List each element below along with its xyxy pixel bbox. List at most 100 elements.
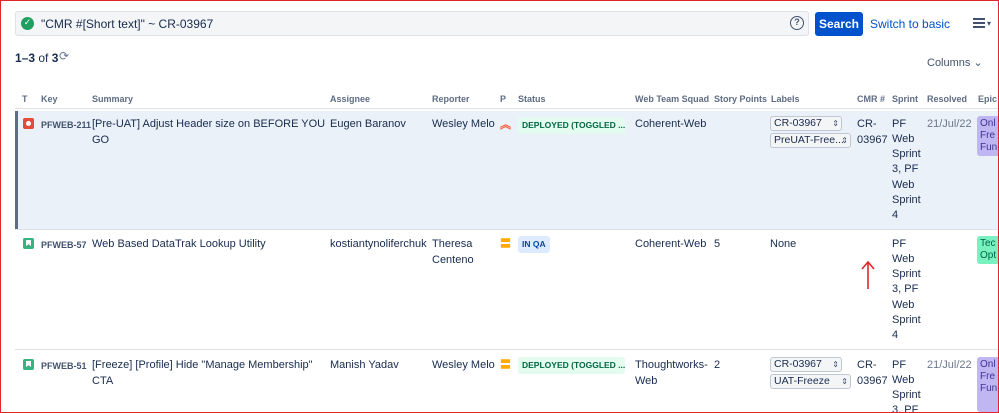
assignee[interactable]: kostiantynoliferchuk <box>330 236 427 252</box>
priority-medium-icon: 〓 <box>500 237 511 250</box>
priority-medium-icon: 〓 <box>500 358 511 371</box>
issue-key[interactable]: PFWEB-57 <box>41 240 87 250</box>
status-badge[interactable]: DEPLOYED (TOGGLED ... <box>518 117 625 134</box>
sprint-line: Web <box>892 374 915 386</box>
assignee[interactable]: Eugen Baranov <box>330 116 406 132</box>
issue-key[interactable]: PFWEB-51 <box>41 361 87 371</box>
label-select[interactable]: CR-03967 ⇕ <box>770 357 842 372</box>
epic-link-badge[interactable]: Onl Fre Fun <box>977 116 999 156</box>
cmr-number-line-2: 03967 <box>857 134 888 146</box>
column-header-cmr[interactable]: CMR # <box>857 94 885 104</box>
label-value: PreUAT-Free... <box>774 134 844 146</box>
column-header-story-points[interactable]: Story Points <box>714 94 767 104</box>
select-caret-icon: ⇕ <box>832 119 839 128</box>
bug-icon <box>23 118 34 129</box>
issue-summary[interactable]: [Freeze] [Profile] Hide "Manage Membersh… <box>92 357 313 373</box>
results-of-label: of <box>38 51 49 65</box>
sprint-line: Web <box>892 179 915 191</box>
sprint-line: Sprint <box>892 194 921 206</box>
switch-to-basic-link[interactable]: Switch to basic <box>870 17 950 31</box>
status-badge[interactable]: IN QA <box>518 236 550 253</box>
header-divider <box>15 108 999 109</box>
results-count: 1–3 of 3 <box>15 51 58 65</box>
chevron-down-icon[interactable]: ▾ <box>987 19 991 28</box>
sprint-line: Sprint <box>892 268 921 280</box>
issue-summary-line-2[interactable]: CTA <box>92 373 113 389</box>
view-options-menu-icon[interactable] <box>973 18 985 28</box>
cmr-number: CR- <box>857 118 877 130</box>
epic-link-badge[interactable]: Onl Fre Fun <box>977 357 999 412</box>
epic-line: Fun <box>980 142 998 153</box>
reporter-line-2[interactable]: Centeno <box>432 252 474 268</box>
column-header-reporter[interactable]: Reporter <box>432 94 470 104</box>
column-header-assignee[interactable]: Assignee <box>330 94 370 104</box>
annotation-arrow-icon <box>861 260 875 289</box>
issue-key[interactable]: PFWEB-211 <box>41 120 91 130</box>
label-value: UAT-Freeze <box>774 375 830 387</box>
column-header-priority[interactable]: P <box>500 94 506 104</box>
help-icon[interactable]: ? <box>790 16 804 30</box>
sprint-line: PF <box>892 238 907 250</box>
row-divider <box>15 349 999 350</box>
chevron-down-icon: ⌄ <box>973 57 983 69</box>
sprint-line: 4 <box>892 209 899 221</box>
label-select[interactable]: PreUAT-Free... ⇕ <box>770 133 851 148</box>
column-header-key[interactable]: Key <box>41 94 58 104</box>
sprint-line: Sprint <box>892 314 921 326</box>
issue-summary-line-2[interactable]: GO <box>92 132 109 148</box>
jql-query-text[interactable]: "CMR #[Short text]" ~ CR-03967 <box>41 17 213 31</box>
priority-high-icon: ︽ <box>500 118 511 131</box>
story-icon <box>23 238 34 249</box>
columns-button[interactable]: Columns ⌄ <box>927 56 983 69</box>
story-points: 2 <box>714 359 721 371</box>
reporter[interactable]: Wesley Melo <box>432 357 495 373</box>
refresh-icon[interactable]: ⟳ <box>59 49 69 63</box>
results-total: 3 <box>51 51 59 65</box>
jql-search-input[interactable]: ✓ "CMR #[Short text]" ~ CR-03967 ? <box>15 11 809 36</box>
status-badge[interactable]: DEPLOYED (TOGGLED ... <box>518 357 625 374</box>
results-range: 1–3 <box>15 51 36 65</box>
column-header-type[interactable]: T <box>22 94 28 104</box>
labels-none: None <box>770 238 797 250</box>
story-points: 5 <box>714 238 721 250</box>
resolved-date: 21/Jul/22 <box>927 118 972 130</box>
reporter[interactable]: Wesley Melo <box>432 116 495 132</box>
label-value: CR-03967 <box>774 117 822 129</box>
sprint-line: 4 <box>892 329 899 341</box>
issue-summary[interactable]: Web Based DataTrak Lookup Utility <box>92 236 266 252</box>
epic-line: Tec <box>980 238 996 249</box>
resolved-date: 21/Jul/22 <box>927 359 972 371</box>
sprint-line: Sprint <box>892 148 921 160</box>
columns-label[interactable]: Columns <box>927 57 970 69</box>
label-select[interactable]: UAT-Freeze ⇕ <box>770 374 851 389</box>
search-button[interactable]: Search <box>815 12 863 36</box>
web-team-squad: Coherent-Web <box>635 238 707 250</box>
epic-link-badge[interactable]: Tec Opt <box>977 236 999 264</box>
epic-line: Onl <box>980 118 996 129</box>
select-caret-icon: ⇕ <box>841 136 848 145</box>
column-header-labels[interactable]: Labels <box>771 94 800 104</box>
column-header-sprint[interactable]: Sprint <box>892 94 918 104</box>
epic-line: Opt <box>980 250 997 261</box>
story-icon <box>23 359 34 370</box>
column-header-web-team-squad[interactable]: Web Team Squad <box>635 94 709 104</box>
web-team-squad-line-2: Web <box>635 375 658 387</box>
valid-query-check-icon: ✓ <box>21 17 34 30</box>
label-select[interactable]: CR-03967 ⇕ <box>770 116 842 131</box>
select-caret-icon: ⇕ <box>841 377 848 386</box>
cmr-number: CR- <box>857 359 877 371</box>
reporter[interactable]: Theresa <box>432 236 472 252</box>
column-header-status[interactable]: Status <box>518 94 546 104</box>
assignee[interactable]: Manish Yadav <box>330 357 399 373</box>
sprint-line: 3, PF <box>892 283 919 295</box>
column-header-resolved[interactable]: Resolved <box>927 94 967 104</box>
epic-line: Fun <box>980 383 998 394</box>
column-header-summary[interactable]: Summary <box>92 94 133 104</box>
sprint-line: Sprint <box>892 389 921 401</box>
sprint-line: PF <box>892 118 907 130</box>
issue-summary[interactable]: [Pre-UAT] Adjust Header size on BEFORE Y… <box>92 116 325 132</box>
sprint-line: 3, PF <box>892 404 919 412</box>
column-header-epic-link[interactable]: Epic L <box>978 94 999 104</box>
sprint-line: 3, PF <box>892 163 919 175</box>
web-team-squad: Thoughtworks- <box>635 359 708 371</box>
